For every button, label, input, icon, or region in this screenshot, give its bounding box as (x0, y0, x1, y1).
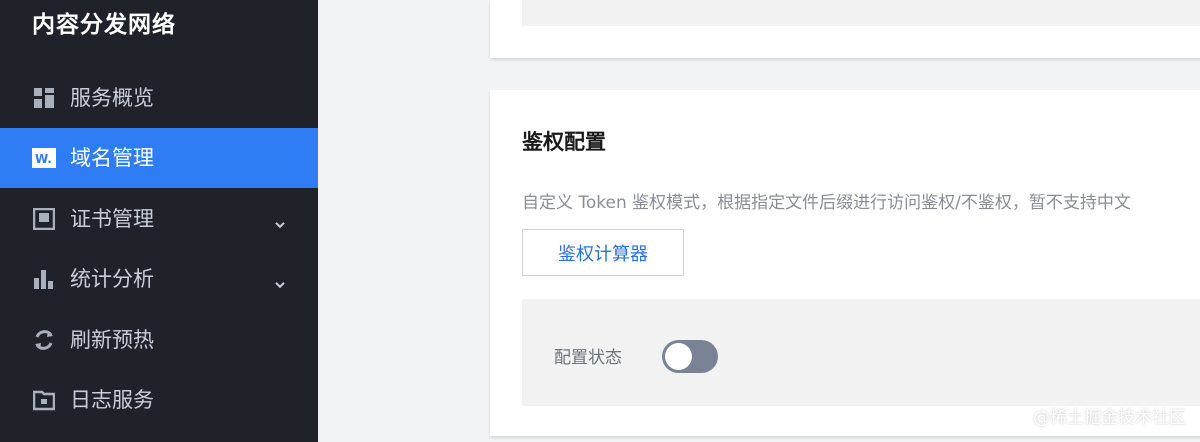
config-status-toggle[interactable] (662, 340, 718, 373)
sidebar-item-overview[interactable]: 服务概览 (0, 68, 318, 128)
previous-config-card (490, 0, 1200, 58)
chevron-down-icon[interactable] (274, 272, 286, 289)
auth-calculator-button[interactable]: 鉴权计算器 (522, 229, 684, 276)
sidebar-item-refresh-preheat[interactable]: 刷新预热 (0, 310, 318, 370)
watermark: @稀土掘金技术社区 (1033, 408, 1186, 428)
sidebar-item-statistics[interactable]: 统计分析 (0, 249, 318, 309)
config-status-label: 配置状态 (554, 348, 622, 368)
svg-text:W.: W. (35, 152, 52, 166)
sidebar-item-log-service[interactable]: 日志服务 (0, 370, 318, 430)
bar-chart-icon (32, 267, 56, 291)
auth-config-title: 鉴权配置 (522, 130, 606, 154)
app-root: 内容分发网络 服务概览 W. 域名管理 证书管理 统计分析 刷新预热 日志服务 … (0, 0, 1200, 442)
auth-config-card: 鉴权配置 自定义 Token 鉴权模式，根据指定文件后缀进行访问鉴权/不鉴权，暂… (490, 90, 1200, 436)
sidebar-title: 内容分发网络 (32, 12, 176, 38)
sidebar-item-label: 域名管理 (70, 146, 154, 170)
toggle-knob (665, 343, 692, 370)
main-content: 鉴权配置 自定义 Token 鉴权模式，根据指定文件后缀进行访问鉴权/不鉴权，暂… (318, 0, 1200, 442)
config-status-panel: 配置状态 (522, 299, 1200, 406)
folder-icon (32, 388, 56, 412)
sidebar-item-domain-management[interactable]: W. 域名管理 (0, 128, 318, 188)
sidebar-item-label: 服务概览 (70, 86, 154, 110)
sidebar-item-label: 刷新预热 (70, 328, 154, 352)
sidebar: 内容分发网络 服务概览 W. 域名管理 证书管理 统计分析 刷新预热 日志服务 (0, 0, 318, 442)
chevron-down-icon[interactable] (274, 212, 286, 229)
sidebar-item-label: 日志服务 (70, 388, 154, 412)
previous-config-panel (522, 0, 1200, 26)
sidebar-item-certificate[interactable]: 证书管理 (0, 189, 318, 249)
auth-config-description: 自定义 Token 鉴权模式，根据指定文件后缀进行访问鉴权/不鉴权，暂不支持中文 (522, 193, 1131, 213)
certificate-icon (32, 207, 56, 231)
refresh-icon (32, 328, 56, 352)
domain-icon: W. (32, 146, 56, 170)
sidebar-item-label: 统计分析 (70, 267, 154, 291)
grid-icon (32, 86, 56, 110)
sidebar-item-label: 证书管理 (70, 207, 154, 231)
